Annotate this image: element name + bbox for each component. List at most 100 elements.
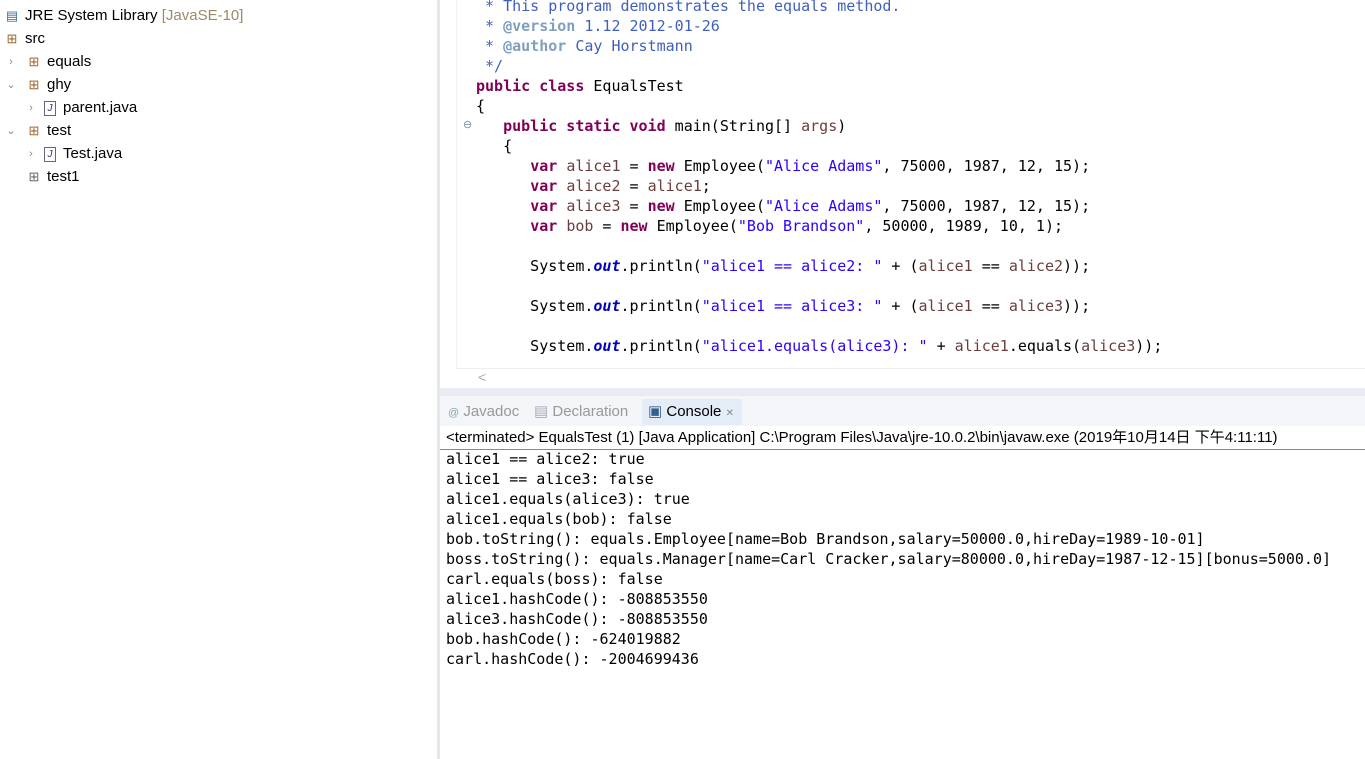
- code-token: alice1: [647, 177, 702, 195]
- tree-item-test[interactable]: ⌄ ⊞ test: [4, 120, 71, 142]
- code-token: .println(: [620, 297, 702, 315]
- code-line: {: [476, 136, 512, 156]
- fold-collapse-icon[interactable]: ⊖: [463, 118, 472, 131]
- code-token: alice3: [1008, 297, 1064, 315]
- code-token: new: [647, 157, 675, 175]
- code-token: , 50000, 1989, 10, 1);: [864, 217, 1064, 235]
- chevron-right-icon[interactable]: ›: [24, 143, 38, 165]
- tab-javadoc[interactable]: @ Javadoc: [448, 399, 519, 425]
- horizontal-scrollbar[interactable]: <: [456, 368, 1365, 389]
- close-icon[interactable]: ✕: [726, 408, 734, 419]
- code-token: "Bob Brandson": [737, 217, 865, 235]
- code-token: */: [476, 57, 504, 75]
- code-token: =: [620, 157, 648, 175]
- java-file-warning-icon: J: [44, 146, 56, 162]
- at-icon: @: [448, 407, 460, 419]
- source-folder-icon: ⊞: [6, 31, 18, 46]
- code-token: ));: [1063, 297, 1091, 315]
- chevron-down-icon[interactable]: ⌄: [4, 74, 18, 96]
- code-token: out: [593, 297, 621, 315]
- code-line: */: [476, 56, 503, 76]
- code-token: * This program demonstrates the equals m…: [476, 0, 901, 15]
- chevron-down-icon[interactable]: ⌄: [4, 120, 18, 142]
- tree-item-ghy[interactable]: ⌄ ⊞ ghy: [4, 74, 71, 96]
- code-line: * @author Cay Horstmann: [476, 36, 693, 56]
- code-token: bob: [566, 217, 594, 235]
- tree-item-parent-java[interactable]: › Jparent.java: [24, 97, 137, 119]
- code-token: .println(: [620, 337, 702, 355]
- code-token: ));: [1063, 257, 1091, 275]
- tree-item-src[interactable]: ⊞ src: [4, 28, 45, 50]
- package-warning-icon: ⊞: [28, 77, 40, 92]
- code-token: ): [837, 117, 847, 135]
- console-line: alice3.hashCode(): -808853550: [446, 610, 708, 628]
- console-line: alice1 == alice2: true: [446, 450, 645, 468]
- code-token: alice3: [1081, 337, 1136, 355]
- code-line: public static void main(String[] args): [476, 116, 846, 136]
- code-token: "alice1 == alice2: ": [701, 257, 883, 275]
- code-token: out: [593, 337, 621, 355]
- console-line: alice1.equals(bob): false: [446, 510, 672, 528]
- tab-console[interactable]: ▣ Console ✕: [642, 399, 742, 425]
- code-token: + (: [882, 297, 919, 315]
- java-file-warning-icon: J: [44, 100, 56, 116]
- code-token: alice3: [566, 197, 621, 215]
- code-token: System.: [476, 257, 594, 275]
- console-line: alice1 == alice3: false: [446, 470, 654, 488]
- code-token: public class: [476, 77, 585, 95]
- code-token: {: [476, 137, 513, 155]
- scroll-left-icon[interactable]: <: [478, 369, 486, 385]
- code-token: =: [620, 177, 648, 195]
- code-line: * This program demonstrates the equals m…: [476, 0, 900, 16]
- declaration-icon: ▤: [534, 403, 549, 420]
- tree-item-test-java[interactable]: › J Test.java: [24, 143, 122, 165]
- code-token: + (: [882, 257, 919, 275]
- code-token: @version: [503, 17, 576, 35]
- code-token: "Alice Adams": [765, 197, 883, 215]
- console-line: alice1.equals(alice3): true: [446, 490, 690, 508]
- console-line: carl.equals(boss): false: [446, 570, 663, 588]
- code-token: +: [927, 337, 955, 355]
- code-token: ;: [701, 177, 711, 195]
- code-token: alice1: [918, 257, 973, 275]
- code-token: var: [530, 217, 558, 235]
- code-token: public static void: [503, 117, 666, 135]
- code-token: alice1: [954, 337, 1009, 355]
- tab-declaration[interactable]: ▤ Declaration: [534, 399, 628, 425]
- code-token: , 75000, 1987, 12, 15);: [882, 157, 1091, 175]
- tree-item-jre-library[interactable]: ▤ JRE System Library [JavaSE-10]: [4, 5, 244, 27]
- editor-ruler: [440, 0, 457, 368]
- chevron-right-icon[interactable]: ›: [4, 51, 18, 73]
- tree-item-equals[interactable]: › ⊞ equals: [4, 51, 91, 73]
- code-token: alice2: [566, 177, 621, 195]
- code-token: System.: [476, 297, 594, 315]
- code-token: alice1: [918, 297, 973, 315]
- console-icon: ▣: [648, 403, 663, 420]
- code-token: args: [801, 117, 838, 135]
- code-line: * @version 1.12 2012-01-26: [476, 16, 720, 36]
- code-token: alice1: [566, 157, 621, 175]
- chevron-right-icon[interactable]: ›: [24, 97, 38, 119]
- console-line: carl.hashCode(): -2004699436: [446, 650, 699, 668]
- empty-package-icon: ⊞: [28, 169, 40, 184]
- code-token: new: [647, 197, 675, 215]
- tree-item-test1[interactable]: ⊞ test1: [26, 166, 80, 188]
- bottom-tab-bar: @ Javadoc ▤ Declaration ▣ Console ✕: [440, 396, 1365, 426]
- code-token: Employee(: [674, 157, 765, 175]
- code-token: "alice1 == alice3: ": [701, 297, 883, 315]
- code-token: @author: [503, 37, 567, 55]
- code-token: {: [476, 97, 486, 115]
- code-token: "Alice Adams": [765, 157, 883, 175]
- code-token: var: [530, 157, 558, 175]
- panel-divider[interactable]: [440, 388, 1365, 396]
- code-token: =: [593, 217, 621, 235]
- code-line: System.out.println("alice1.equals(alice3…: [476, 336, 1162, 356]
- code-token: Cay Horstmann: [566, 37, 693, 55]
- code-line: {: [476, 96, 485, 116]
- library-icon: ▤: [5, 8, 19, 23]
